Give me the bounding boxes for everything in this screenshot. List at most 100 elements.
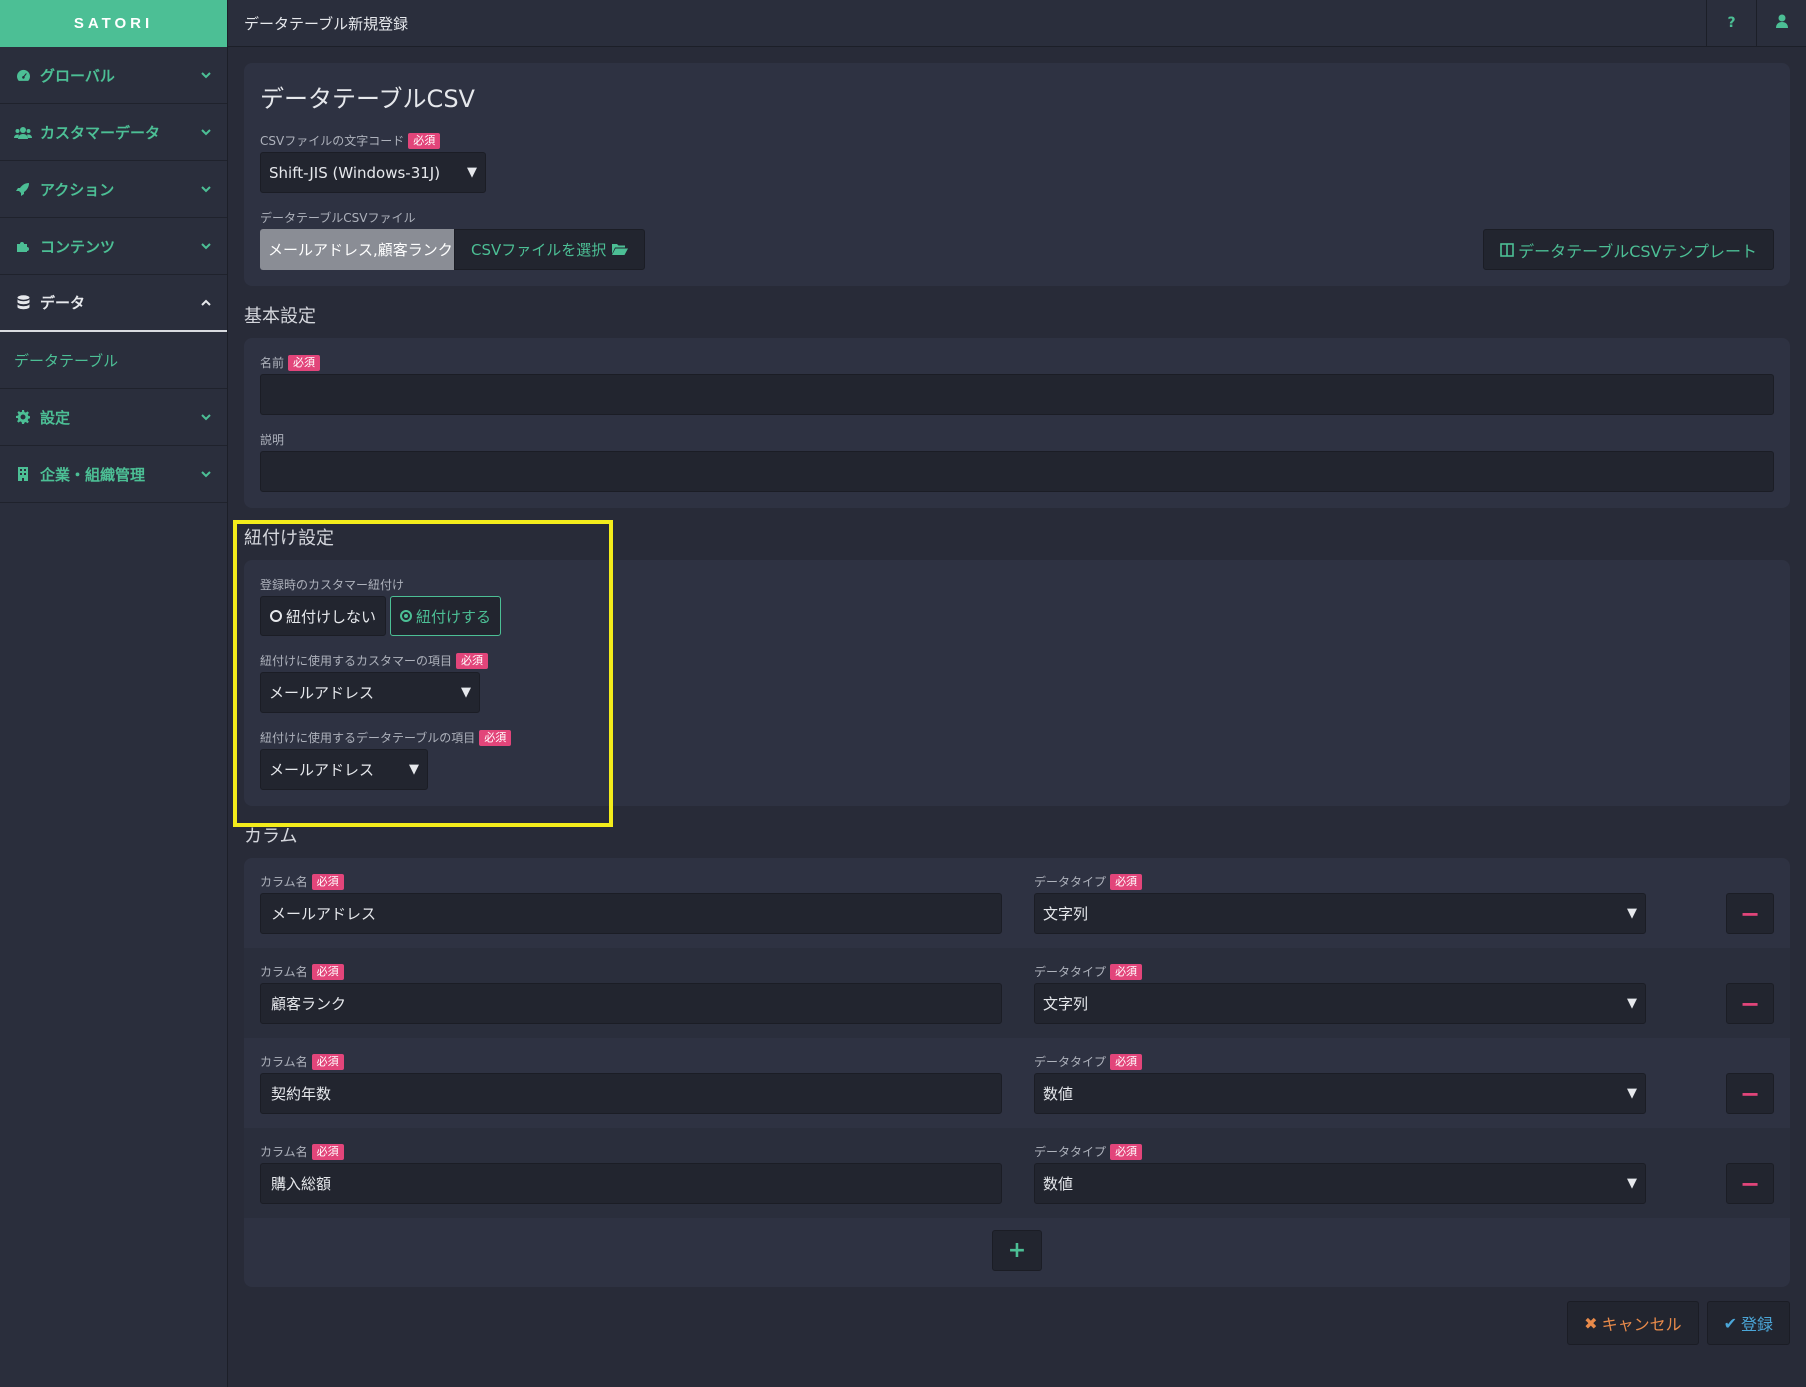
sidebar-item-label: コンテンツ bbox=[40, 237, 116, 256]
data-type-select[interactable]: 数値 ▼ bbox=[1034, 1163, 1647, 1204]
csv-template-label: データテーブルCSVテンプレート bbox=[1518, 241, 1757, 261]
table-field-value: メールアドレス bbox=[269, 761, 375, 779]
data-type-value: 文字列 bbox=[1043, 905, 1089, 923]
link-settings-panel: 登録時のカスタマー紐付け 紐付けしない 紐付けする 紐付けに使用するカスタマーの… bbox=[244, 560, 1790, 806]
link-off-radio[interactable]: 紐付けしない bbox=[260, 596, 387, 636]
chevron-down-icon bbox=[199, 470, 213, 478]
caret-down-icon: ▼ bbox=[409, 762, 419, 777]
link-on-radio[interactable]: 紐付けする bbox=[390, 596, 502, 636]
chevron-down-icon bbox=[199, 128, 213, 136]
data-type-value: 数値 bbox=[1043, 1175, 1074, 1193]
puzzle-icon bbox=[14, 239, 32, 253]
data-type-label: データタイプ bbox=[1034, 965, 1107, 979]
page-title: データテーブル新規登録 bbox=[244, 14, 409, 33]
user-menu-button[interactable] bbox=[1756, 0, 1806, 47]
data-type-select[interactable]: 文字列 ▼ bbox=[1034, 893, 1647, 934]
sidebar-subitem-datatable[interactable]: データテーブル bbox=[0, 332, 227, 389]
gear-icon bbox=[14, 410, 32, 424]
users-icon bbox=[14, 126, 32, 139]
encoding-select[interactable]: Shift-JIS (Windows-31J) ▼ bbox=[260, 152, 486, 193]
satori-logo[interactable]: SATORI bbox=[0, 0, 227, 47]
caret-down-icon: ▼ bbox=[1627, 996, 1638, 1011]
encoding-label: CSVファイルの文字コード bbox=[260, 134, 405, 148]
required-badge: 必須 bbox=[1110, 963, 1143, 980]
column-name-input[interactable] bbox=[260, 893, 1003, 934]
name-label: 名前 bbox=[260, 356, 285, 370]
csv-template-button[interactable]: データテーブルCSVテンプレート bbox=[1483, 229, 1774, 270]
column-name-input[interactable] bbox=[260, 1163, 1003, 1204]
check-icon: ✔ bbox=[1723, 1313, 1737, 1333]
chevron-down-icon bbox=[199, 185, 213, 193]
select-csv-file-button[interactable]: CSVファイルを選択 bbox=[454, 229, 646, 270]
sidebar-item-contents[interactable]: コンテンツ bbox=[0, 218, 227, 275]
column-row: カラム名必須 データタイプ必須 数値▼ − bbox=[244, 1038, 1790, 1128]
column-name-input[interactable] bbox=[260, 983, 1003, 1024]
name-input[interactable] bbox=[260, 374, 1774, 415]
cancel-button[interactable]: ✖ キャンセル bbox=[1567, 1301, 1699, 1345]
radio-checked-icon bbox=[400, 610, 413, 622]
caret-down-icon: ▼ bbox=[1627, 1176, 1638, 1191]
columns-icon bbox=[1500, 242, 1514, 257]
add-column-button[interactable]: + bbox=[992, 1230, 1042, 1271]
data-type-value: 文字列 bbox=[1043, 995, 1089, 1013]
column-row: カラム名必須 データタイプ必須 文字列▼ − bbox=[244, 948, 1790, 1038]
data-type-select[interactable]: 数値 ▼ bbox=[1034, 1073, 1647, 1114]
csv-panel: データテーブルCSV CSVファイルの文字コード 必須 Shift-JIS (W… bbox=[244, 63, 1790, 286]
sidebar-item-label: グローバル bbox=[40, 66, 115, 85]
sidebar-item-global[interactable]: グローバル bbox=[0, 47, 227, 104]
folder-open-icon bbox=[612, 243, 629, 256]
column-name-label: カラム名 bbox=[260, 965, 308, 979]
csv-file-name: メールアドレス,顧客ランク bbox=[260, 229, 454, 270]
remove-column-button[interactable]: − bbox=[1726, 1073, 1774, 1114]
top-bar: データテーブル新規登録 ? bbox=[228, 0, 1806, 47]
caret-down-icon: ▼ bbox=[1627, 906, 1638, 921]
sidebar-item-label: 設定 bbox=[40, 408, 71, 427]
data-type-select[interactable]: 文字列 ▼ bbox=[1034, 983, 1647, 1024]
submit-label: 登録 bbox=[1740, 1315, 1773, 1334]
csv-file-label: データテーブルCSVファイル bbox=[260, 211, 416, 225]
database-icon bbox=[14, 295, 32, 310]
column-row: カラム名必須 データタイプ必須 数値▼ − bbox=[244, 1128, 1790, 1218]
sidebar-item-customer-data[interactable]: カスタマーデータ bbox=[0, 104, 227, 161]
sidebar-item-data[interactable]: データ bbox=[0, 275, 227, 332]
remove-column-button[interactable]: − bbox=[1726, 893, 1774, 934]
columns-title: カラム bbox=[244, 826, 298, 847]
remove-column-button[interactable]: − bbox=[1726, 1163, 1774, 1204]
required-badge: 必須 bbox=[311, 963, 344, 980]
column-name-input[interactable] bbox=[260, 1073, 1003, 1114]
dashboard-icon bbox=[14, 69, 32, 82]
help-button[interactable]: ? bbox=[1706, 0, 1756, 47]
data-type-value: 数値 bbox=[1043, 1085, 1074, 1103]
submit-button[interactable]: ✔ 登録 bbox=[1706, 1301, 1790, 1345]
column-name-label: カラム名 bbox=[260, 875, 308, 889]
rocket-icon bbox=[14, 182, 32, 196]
sidebar-item-settings[interactable]: 設定 bbox=[0, 389, 227, 446]
radio-empty-icon bbox=[270, 610, 282, 622]
customer-field-select[interactable]: メールアドレス ▼ bbox=[260, 672, 480, 713]
basic-settings-title: 基本設定 bbox=[244, 306, 316, 327]
chevron-down-icon bbox=[199, 71, 213, 79]
sidebar-item-organization[interactable]: 企業・組織管理 bbox=[0, 446, 227, 503]
caret-down-icon: ▼ bbox=[461, 685, 471, 700]
required-badge: 必須 bbox=[479, 729, 512, 746]
remove-column-button[interactable]: − bbox=[1726, 983, 1774, 1024]
csv-file-picker: メールアドレス,顧客ランク CSVファイルを選択 bbox=[260, 229, 646, 270]
plus-icon: + bbox=[1007, 1238, 1027, 1263]
table-field-select[interactable]: メールアドレス ▼ bbox=[260, 749, 428, 790]
link-mode-radio-group: 紐付けしない 紐付けする bbox=[260, 596, 1774, 636]
link-settings-title: 紐付け設定 bbox=[244, 528, 334, 549]
description-input[interactable] bbox=[260, 451, 1774, 492]
select-csv-file-label: CSVファイルを選択 bbox=[471, 241, 607, 259]
customer-field-value: メールアドレス bbox=[269, 684, 375, 702]
required-badge: 必須 bbox=[456, 652, 489, 669]
csv-panel-title: データテーブルCSV bbox=[260, 85, 475, 113]
caret-down-icon: ▼ bbox=[1627, 1086, 1638, 1101]
link-off-label: 紐付けしない bbox=[286, 607, 377, 626]
sidebar-item-action[interactable]: アクション bbox=[0, 161, 227, 218]
link-mode-label: 登録時のカスタマー紐付け bbox=[260, 578, 405, 592]
minus-icon: − bbox=[1739, 1079, 1761, 1108]
data-type-label: データタイプ bbox=[1034, 1055, 1107, 1069]
required-badge: 必須 bbox=[1110, 1053, 1143, 1070]
columns-panel: カラム名必須 データタイプ必須 文字列▼ − カラム名必須 データタイプ必須 文… bbox=[244, 858, 1790, 1287]
sidebar-item-label: データ bbox=[40, 294, 86, 312]
